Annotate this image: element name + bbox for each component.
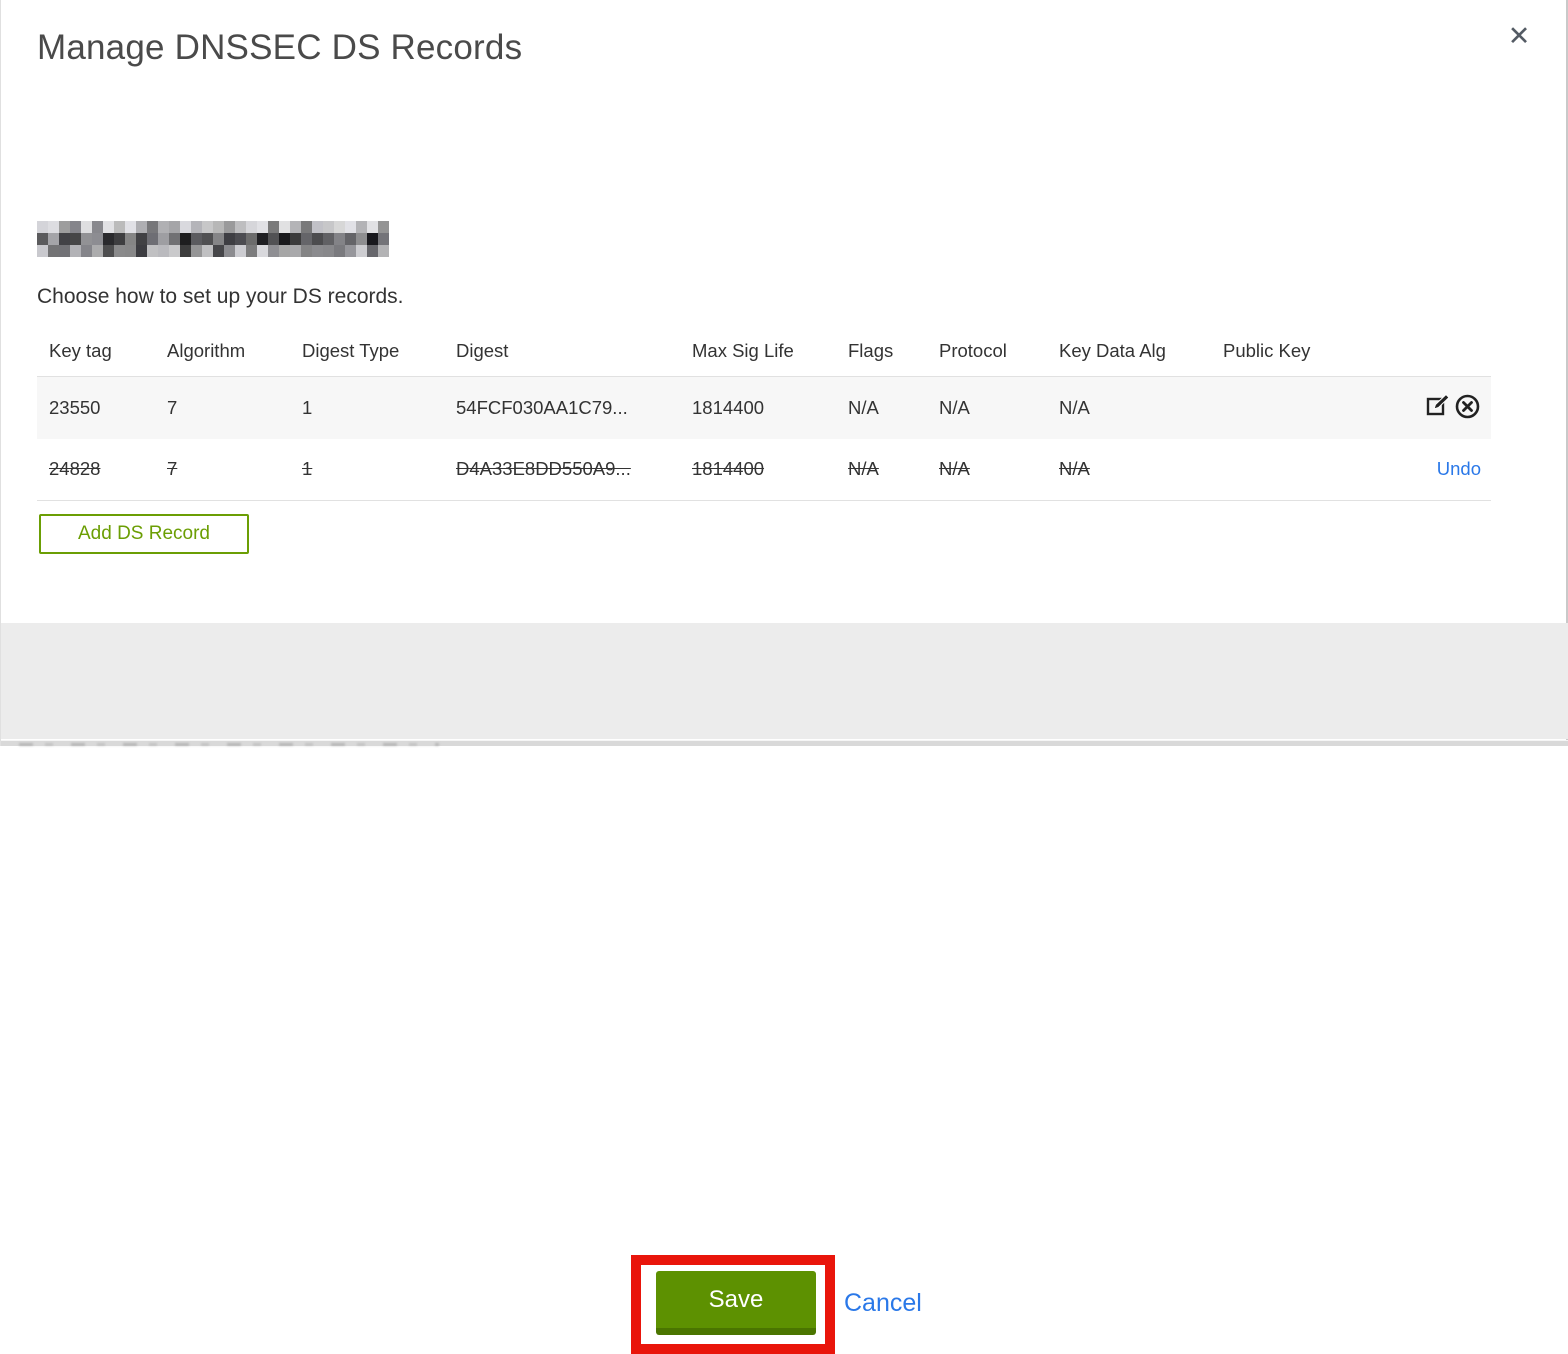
table-row-deleted: 24828 7 1 D4A33E8DD550A9... 1814400 N/A … (37, 438, 1491, 501)
undo-link[interactable]: Undo (1437, 458, 1481, 479)
modal-footer: Save Cancel (1, 623, 1568, 1354)
ds-records-table: Key tag Algorithm Digest Type Digest Max… (37, 330, 1491, 501)
cell-key-tag: 24828 (37, 438, 155, 501)
row-actions: Undo (1341, 438, 1491, 501)
table-row: 23550 7 1 54FCF030AA1C79... 1814400 N/A … (37, 376, 1491, 439)
cell-algorithm: 7 (155, 376, 290, 439)
col-header-key-data-alg: Key Data Alg (1047, 330, 1211, 377)
intro-text: Choose how to set up your DS records. (37, 285, 404, 308)
col-header-max-sig-life: Max Sig Life (680, 330, 836, 377)
cell-digest: 54FCF030AA1C79... (444, 376, 680, 439)
cell-protocol: N/A (927, 438, 1047, 501)
col-header-public-key: Public Key (1211, 330, 1341, 377)
page-behind-modal-edge (1, 740, 1568, 746)
col-header-digest: Digest (444, 330, 680, 377)
edit-icon[interactable] (1425, 392, 1452, 424)
cell-public-key (1211, 376, 1341, 439)
cell-digest: D4A33E8DD550A9... (444, 438, 680, 501)
cell-flags: N/A (836, 376, 927, 439)
cell-digest-type: 1 (290, 376, 444, 439)
dnssec-modal: Manage DNSSEC DS Records ✕ Choose how to… (0, 0, 1568, 1354)
row-actions (1341, 376, 1491, 439)
col-header-digest-type: Digest Type (290, 330, 444, 377)
table-header-row: Key tag Algorithm Digest Type Digest Max… (37, 330, 1491, 377)
cell-key-tag: 23550 (37, 376, 155, 439)
col-header-flags: Flags (836, 330, 927, 377)
col-header-actions (1341, 330, 1491, 377)
close-icon[interactable]: ✕ (1501, 18, 1537, 54)
cancel-link[interactable]: Cancel (844, 1289, 922, 1318)
col-header-protocol: Protocol (927, 330, 1047, 377)
delete-icon[interactable] (1454, 392, 1481, 424)
cell-digest-type: 1 (290, 438, 444, 501)
cell-key-data-alg: N/A (1047, 438, 1211, 501)
col-header-algorithm: Algorithm (155, 330, 290, 377)
redacted-domain-name (37, 221, 389, 257)
save-button[interactable]: Save (656, 1271, 816, 1335)
col-header-key-tag: Key tag (37, 330, 155, 377)
add-ds-record-button[interactable]: Add DS Record (39, 514, 249, 554)
cell-protocol: N/A (927, 376, 1047, 439)
cell-key-data-alg: N/A (1047, 376, 1211, 439)
cell-algorithm: 7 (155, 438, 290, 501)
cell-max-sig-life: 1814400 (680, 376, 836, 439)
cell-flags: N/A (836, 438, 927, 501)
page-title: Manage DNSSEC DS Records (37, 28, 523, 67)
cell-max-sig-life: 1814400 (680, 438, 836, 501)
cell-public-key (1211, 438, 1341, 501)
